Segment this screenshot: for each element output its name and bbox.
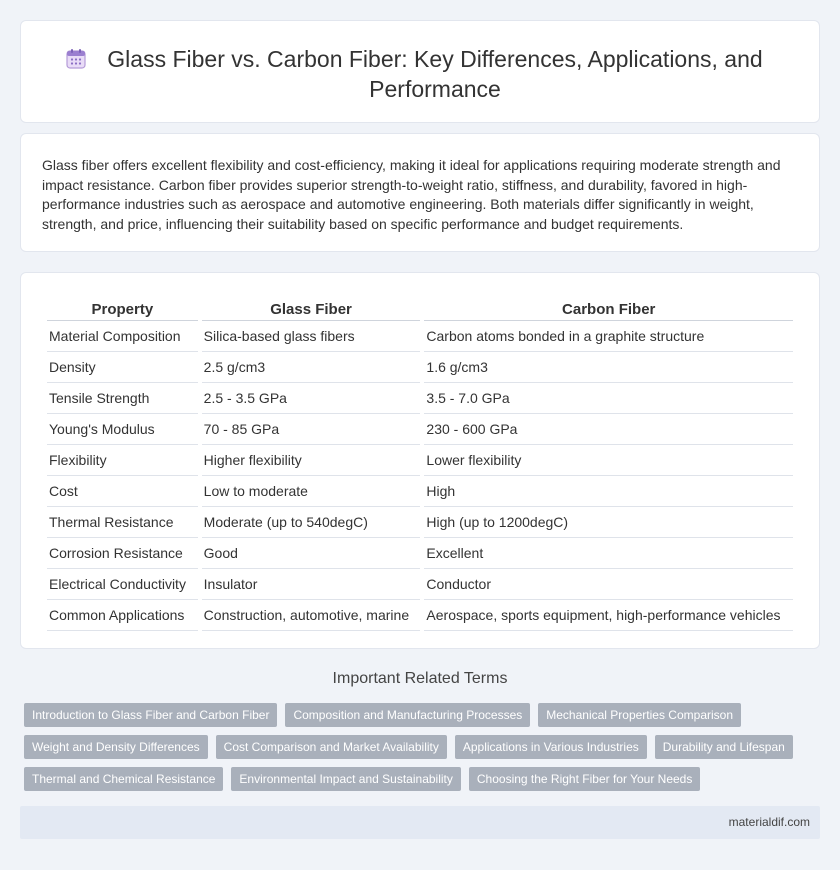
table-row: Young's Modulus 70 - 85 GPa 230 - 600 GPa [47,414,793,445]
table-row: Electrical Conductivity Insulator Conducto… [47,569,793,600]
table-cell: Good [201,538,421,569]
table-cell: Thermal Resistance [47,507,198,538]
table-cell: Moderate (up to 540degC) [201,507,421,538]
table-cell: Lower flexibility [424,445,793,476]
related-terms-list: Introduction to Glass Fiber and Carbon F… [24,703,824,799]
column-header-carbon-fiber: Carbon Fiber [424,295,793,321]
table-row: Thermal Resistance Moderate (up to 540deg… [47,507,793,538]
table-cell: Young's Modulus [47,414,198,445]
table-body: Material Composition Silica-based glass f… [47,321,793,631]
related-term-tag[interactable]: Applications in Various Industries [454,735,647,759]
table-cell: 3.5 - 7.0 GPa [424,383,793,414]
table-row: Material Composition Silica-based glass f… [47,321,793,352]
table-cell: Excellent [424,538,793,569]
table-cell: Higher flexibility [201,445,421,476]
table-cell: 70 - 85 GPa [201,414,421,445]
related-term-tag[interactable]: Thermal and Chemical Resistance [24,767,224,791]
intro-paragraph: Glass fiber offers excellent flexibility… [42,157,781,232]
table-row: Tensile Strength 2.5 - 3.5 GPa 3.5 - 7.0 G… [47,383,793,414]
related-term-tag[interactable]: Durability and Lifespan [654,735,793,759]
related-term-tag[interactable]: Cost Comparison and Market Availability [215,735,447,759]
table-cell: Silica-based glass fibers [201,321,421,352]
table-cell: Common Applications [47,600,198,631]
related-terms-title: Important Related Terms [332,670,508,687]
table-cell: Carbon atoms bonded in a graphite struct… [424,321,793,352]
related-term-tag[interactable]: Choosing the Right Fiber for Your Needs [468,767,701,791]
table-cell: Tensile Strength [47,383,198,414]
column-header-property: Property [47,295,198,321]
comparison-table-card: Property Glass Fiber Carbon Fiber Materi… [20,272,820,649]
related-term-tag[interactable]: Composition and Manufacturing Processes [285,703,531,727]
footer-site-link[interactable]: materialdif.com [729,815,810,829]
table-cell: Electrical Conductivity [47,569,198,600]
page-title: Glass Fiber vs. Carbon Fiber: Key Differ… [107,46,763,102]
table-cell: Insulator [201,569,421,600]
table-cell: 2.5 g/cm3 [201,352,421,383]
related-terms-row: Introduction to Glass Fiber and Carbon F… [24,703,824,727]
table-cell: 2.5 - 3.5 GPa [201,383,421,414]
table-cell: Material Composition [47,321,198,352]
comparison-table: Property Glass Fiber Carbon Fiber Materi… [43,295,797,631]
table-header-row: Property Glass Fiber Carbon Fiber [47,295,793,321]
related-term-tag[interactable]: Introduction to Glass Fiber and Carbon F… [24,703,278,727]
table-row: Cost Low to moderate High [47,476,793,507]
table-cell: Flexibility [47,445,198,476]
table-cell: High [424,476,793,507]
table-cell: Low to moderate [201,476,421,507]
header-card: Glass Fiber vs. Carbon Fiber: Key Differ… [20,20,820,123]
intro-card: Glass fiber offers excellent flexibility… [20,133,820,252]
table-row: Flexibility Higher flexibility Lower flexi… [47,445,793,476]
table-cell: Aerospace, sports equipment, high-perfor… [424,600,793,631]
table-cell: 230 - 600 GPa [424,414,793,445]
footer: materialdif.com [20,806,820,839]
related-terms-row: Weight and Density Differences Cost Compa… [24,735,824,759]
table-cell: Cost [47,476,198,507]
related-term-tag[interactable]: Environmental Impact and Sustainability [231,767,461,791]
related-term-tag[interactable]: Mechanical Properties Comparison [538,703,741,727]
table-row: Corrosion Resistance Good Excellent [47,538,793,569]
related-term-tag[interactable]: Weight and Density Differences [24,735,208,759]
table-row: Common Applications Construction, automot… [47,600,793,631]
table-row: Density 2.5 g/cm3 1.6 g/cm3 [47,352,793,383]
table-cell: Density [47,352,198,383]
table-cell: High (up to 1200degC) [424,507,793,538]
table-cell: 1.6 g/cm3 [424,352,793,383]
table-cell: Corrosion Resistance [47,538,198,569]
table-cell: Construction, automotive, marine [201,600,421,631]
related-terms-row: Thermal and Chemical Resistance Environme… [24,767,824,791]
table-cell: Conductor [424,569,793,600]
column-header-glass-fiber: Glass Fiber [201,295,421,321]
